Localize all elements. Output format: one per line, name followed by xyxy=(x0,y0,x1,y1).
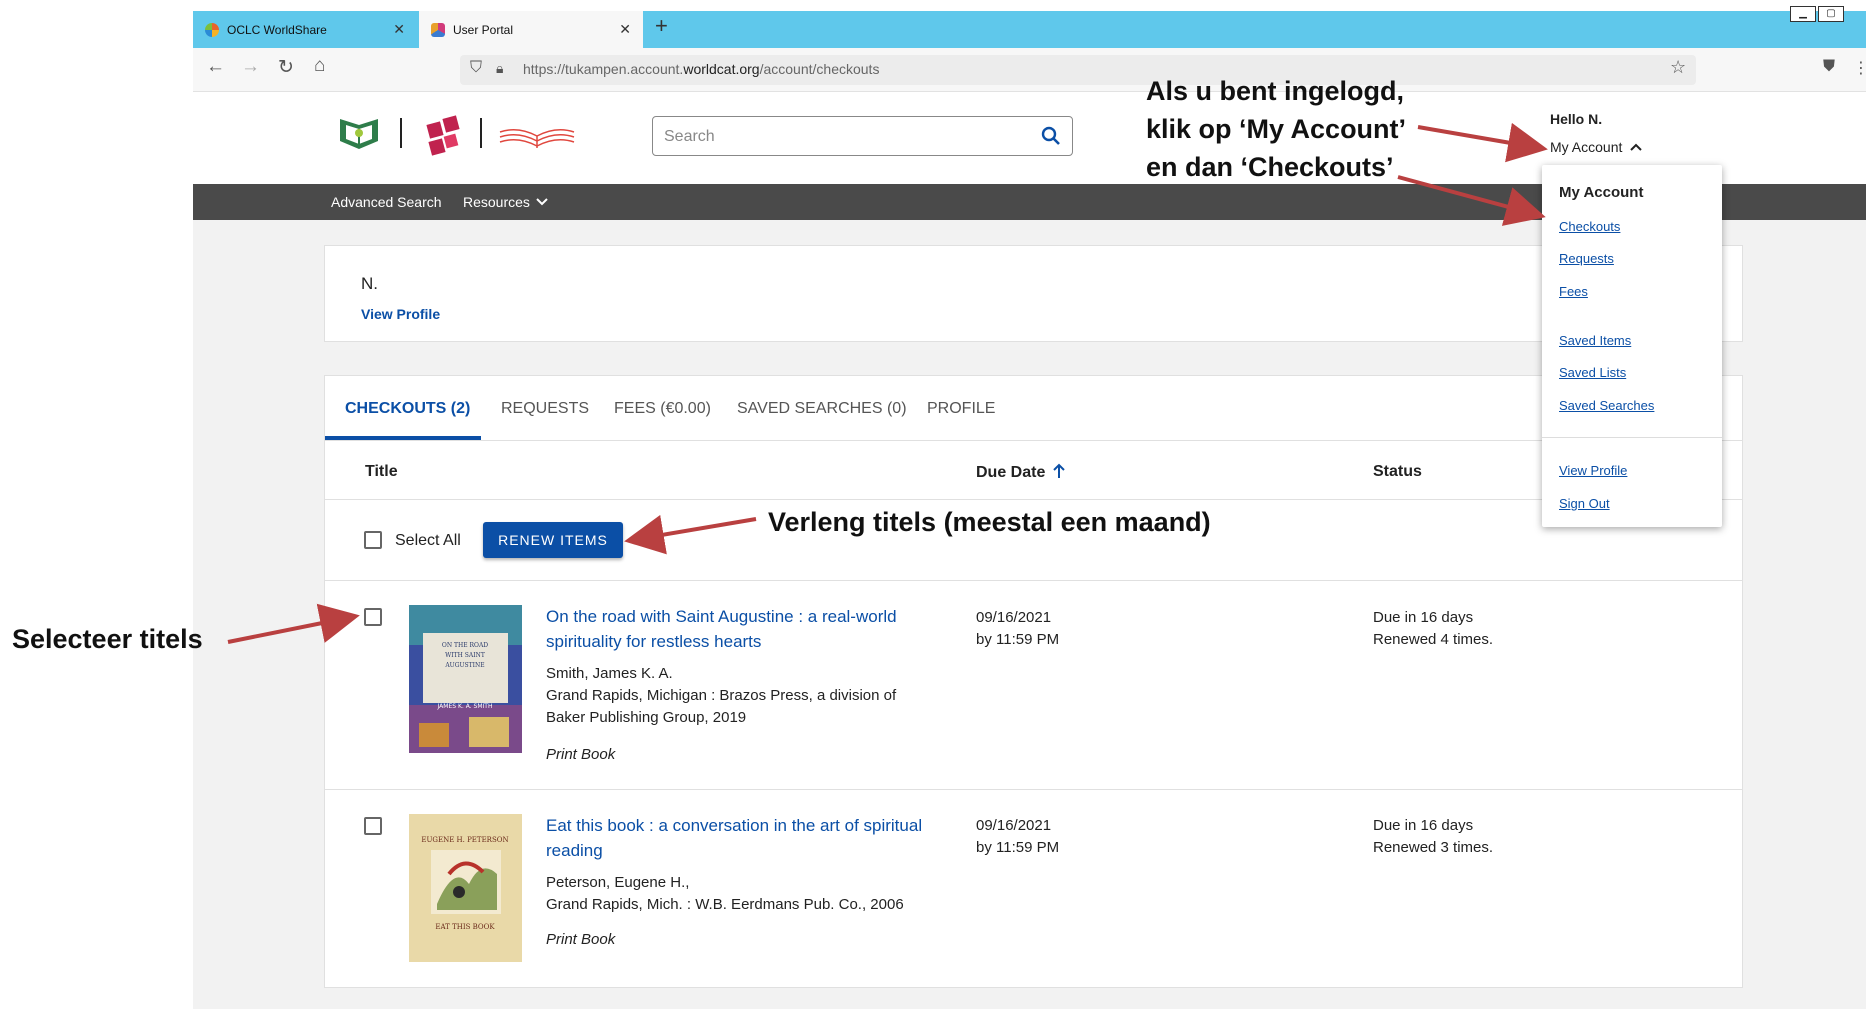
item-due-date: 09/16/2021 by 11:59 PM xyxy=(976,609,1060,648)
logo-separator xyxy=(400,118,402,148)
tab-requests[interactable]: REQUESTS xyxy=(501,400,589,418)
annotation-login: Als u bent ingelogd, klik op ‘My Account… xyxy=(1146,76,1407,182)
svg-text:JAMES K. A. SMITH: JAMES K. A. SMITH xyxy=(437,703,493,710)
item-checkbox[interactable] xyxy=(364,608,382,626)
lock-icon[interactable]: 🔒︎ xyxy=(496,60,503,77)
user-portal-favicon-icon xyxy=(431,22,445,37)
svg-text:AUGUSTINE: AUGUSTINE xyxy=(444,662,484,669)
browser-tab-worldshare[interactable]: OCLC WorldShare ✕ xyxy=(193,11,417,48)
menu-icon[interactable]: ⋮ xyxy=(1853,58,1866,78)
divider xyxy=(325,499,1742,500)
search-input[interactable] xyxy=(652,116,1073,156)
tab-checkouts[interactable]: CHECKOUTS (2) xyxy=(345,400,470,418)
maximize-icon[interactable]: ▢ xyxy=(1818,6,1844,22)
item-title-link[interactable]: On the road with Saint Augustine : a rea… xyxy=(546,604,956,654)
item-status: Due in 16 days Renewed 3 times. xyxy=(1373,817,1494,856)
renew-items-button[interactable]: RENEW ITEMS xyxy=(483,522,623,558)
profile-card xyxy=(324,245,1743,342)
item-title-link[interactable]: Eat this book : a conversation in the ar… xyxy=(546,813,956,863)
library-logo-icon[interactable] xyxy=(338,115,380,153)
svg-text:EUGENE H. PETERSON: EUGENE H. PETERSON xyxy=(421,836,508,844)
chevron-down-icon xyxy=(536,198,548,206)
view-profile-link[interactable]: View Profile xyxy=(361,306,440,322)
home-icon[interactable]: ⌂ xyxy=(314,55,325,77)
column-header-title: Title xyxy=(365,463,398,480)
browser-tab-user-portal[interactable]: User Portal ✕ xyxy=(419,11,643,48)
dropdown-item-checkouts[interactable]: Checkouts xyxy=(1559,219,1620,234)
search-icon[interactable] xyxy=(1041,126,1061,146)
bookmark-star-icon[interactable]: ☆ xyxy=(1670,57,1686,78)
search-placeholder: Search xyxy=(664,128,715,145)
new-tab-button[interactable]: + xyxy=(655,13,668,39)
url-text[interactable]: https://tukampen.account.worldcat.org/ac… xyxy=(523,61,879,77)
svg-text:ON THE ROAD: ON THE ROAD xyxy=(442,642,488,649)
svg-text:EAT THIS BOOK: EAT THIS BOOK xyxy=(435,923,495,931)
item-due-date: 09/16/2021 by 11:59 PM xyxy=(976,817,1060,856)
profile-name: N. xyxy=(361,274,378,293)
tab-fees[interactable]: FEES (€0.00) xyxy=(614,400,711,418)
svg-text:WITH SAINT: WITH SAINT xyxy=(445,652,485,659)
item-status: Due in 16 days Renewed 4 times. xyxy=(1373,609,1494,648)
forward-arrow-icon[interactable]: → xyxy=(241,56,260,78)
book-logo-icon[interactable] xyxy=(498,124,576,150)
minimize-icon[interactable]: ▁ xyxy=(1790,6,1816,22)
annotation-renew: Verleng titels (meestal een maand) xyxy=(768,507,1211,537)
logo-separator xyxy=(480,118,482,148)
select-all-label: Select All xyxy=(395,532,461,549)
dropdown-item-saved-searches[interactable]: Saved Searches xyxy=(1559,398,1654,413)
window-controls: ▁ ▢ xyxy=(1790,6,1846,22)
back-arrow-icon[interactable]: ← xyxy=(206,56,225,78)
reload-icon[interactable]: ↻ xyxy=(278,56,294,79)
item-meta: Smith, James K. A. Grand Rapids, Michiga… xyxy=(546,665,897,726)
column-header-status: Status xyxy=(1373,463,1422,480)
dropdown-item-fees[interactable]: Fees xyxy=(1559,284,1588,299)
item-format: Print Book xyxy=(546,931,616,948)
item-checkbox[interactable] xyxy=(364,817,382,835)
book-cover-eat-this-book[interactable]: EUGENE H. PETERSON EAT THIS BOOK xyxy=(409,814,522,962)
divider xyxy=(325,440,1742,441)
divider xyxy=(325,789,1742,790)
nav-advanced-search[interactable]: Advanced Search xyxy=(331,194,442,210)
item-format: Print Book xyxy=(546,746,616,763)
divider xyxy=(325,580,1742,581)
nav-resources[interactable]: Resources xyxy=(463,194,548,210)
select-all-checkbox[interactable] xyxy=(364,531,382,549)
column-header-due-date[interactable]: Due Date xyxy=(976,463,1066,482)
my-account-toggle[interactable]: My Account xyxy=(1550,139,1642,155)
worldshare-favicon-icon xyxy=(205,22,219,37)
dropdown-item-requests[interactable]: Requests xyxy=(1559,251,1614,266)
sort-arrow-up-icon xyxy=(1053,463,1065,478)
annotation-select: Selecteer titels xyxy=(12,624,203,654)
dropdown-item-view-profile[interactable]: View Profile xyxy=(1559,463,1627,478)
dropdown-item-sign-out[interactable]: Sign Out xyxy=(1559,496,1610,511)
item-meta: Peterson, Eugene H., Grand Rapids, Mich.… xyxy=(546,874,904,913)
cross-logo-icon[interactable] xyxy=(426,113,460,157)
pocket-icon[interactable]: ⛊ xyxy=(1823,58,1835,76)
greeting: Hello N. xyxy=(1550,111,1603,127)
tab-close-icon[interactable]: ✕ xyxy=(619,21,631,38)
tab-close-icon[interactable]: ✕ xyxy=(393,21,405,38)
dropdown-title: My Account xyxy=(1559,184,1644,201)
dropdown-divider xyxy=(1542,437,1722,438)
shield-icon[interactable]: ⛉ xyxy=(470,59,482,77)
tab-saved-searches[interactable]: SAVED SEARCHES (0) xyxy=(737,400,907,418)
dropdown-item-saved-items[interactable]: Saved Items xyxy=(1559,333,1631,348)
dropdown-item-saved-lists[interactable]: Saved Lists xyxy=(1559,365,1626,380)
tab-profile[interactable]: PROFILE xyxy=(927,400,995,418)
book-cover-saint-augustine[interactable]: ON THE ROAD WITH SAINT AUGUSTINE JAMES K… xyxy=(409,605,522,753)
chevron-up-icon xyxy=(1630,143,1642,151)
